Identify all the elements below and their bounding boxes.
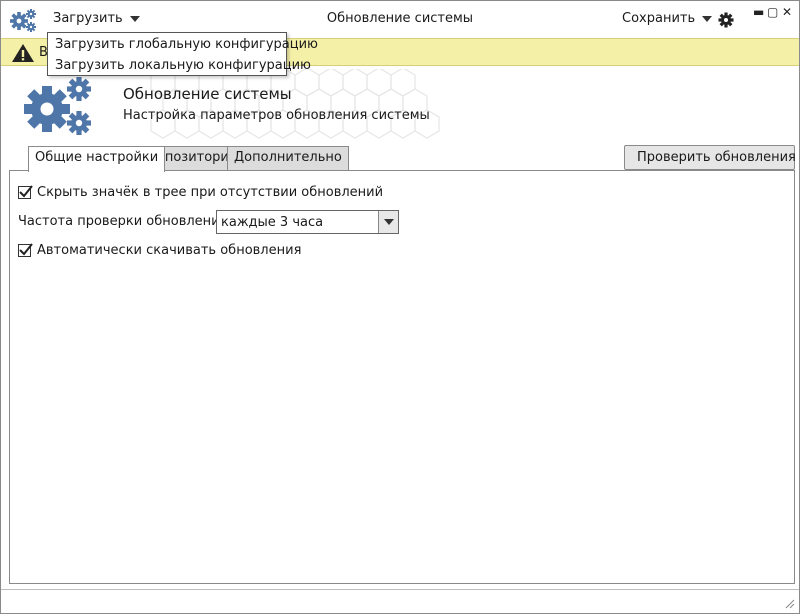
minimize-button[interactable]: ▬ <box>753 6 764 18</box>
general-settings-panel: Скрыть значёк в трее при отсутствии обно… <box>9 170 795 584</box>
gears-icon <box>24 77 91 135</box>
menu-item-load-local[interactable]: Загрузить локальную конфигурацию <box>48 56 311 77</box>
app-window: Загрузить Обновление системы Сохранить ▬… <box>0 0 800 614</box>
check-updates-label: Проверить обновления <box>637 150 796 165</box>
check-updates-button[interactable]: Проверить обновления <box>624 145 796 170</box>
chevron-down-icon <box>384 219 394 225</box>
hide-tray-icon-label: Скрыть значёк в трее при отсутствии обно… <box>37 185 384 200</box>
warning-icon <box>12 44 34 62</box>
save-menu-button[interactable]: Сохранить <box>622 11 713 26</box>
frequency-value: каждые 3 часа <box>221 215 324 230</box>
auto-download-option[interactable]: Автоматически скачивать обновления <box>18 243 301 258</box>
frequency-select[interactable]: каждые 3 часа <box>216 210 399 234</box>
close-button[interactable]: ✕ <box>782 6 792 18</box>
checkmark-icon <box>19 243 33 256</box>
tab-general[interactable]: Общие настройки <box>28 146 166 172</box>
chevron-down-icon <box>702 16 713 22</box>
page-title: Обновление системы <box>123 85 292 103</box>
resize-grip-icon[interactable] <box>783 597 795 609</box>
settings-gear-icon[interactable] <box>717 11 735 29</box>
hide-tray-icon-checkbox[interactable] <box>18 185 33 199</box>
hexagon-pattern-decoration <box>150 69 440 139</box>
tab-advanced[interactable]: Дополнительно <box>227 146 349 170</box>
auto-download-label: Автоматически скачивать обновления <box>37 243 302 258</box>
maximize-button[interactable]: ▢ <box>767 6 778 18</box>
page-subtitle: Настройка параметров обновления системы <box>123 108 430 123</box>
status-bar <box>1 589 799 613</box>
menu-item-load-global[interactable]: Загрузить глобальную конфигурацию <box>48 35 318 56</box>
hide-tray-icon-option[interactable]: Скрыть значёк в трее при отсутствии обно… <box>18 185 383 200</box>
frequency-label: Частота проверки обновлений <box>18 214 229 229</box>
auto-download-checkbox[interactable] <box>18 243 33 257</box>
checkmark-icon <box>19 185 33 198</box>
load-menu-dropdown: Загрузить глобальную конфигурацию Загруз… <box>47 32 318 77</box>
frequency-dropdown-button[interactable] <box>378 211 398 233</box>
save-menu-label: Сохранить <box>622 11 696 26</box>
